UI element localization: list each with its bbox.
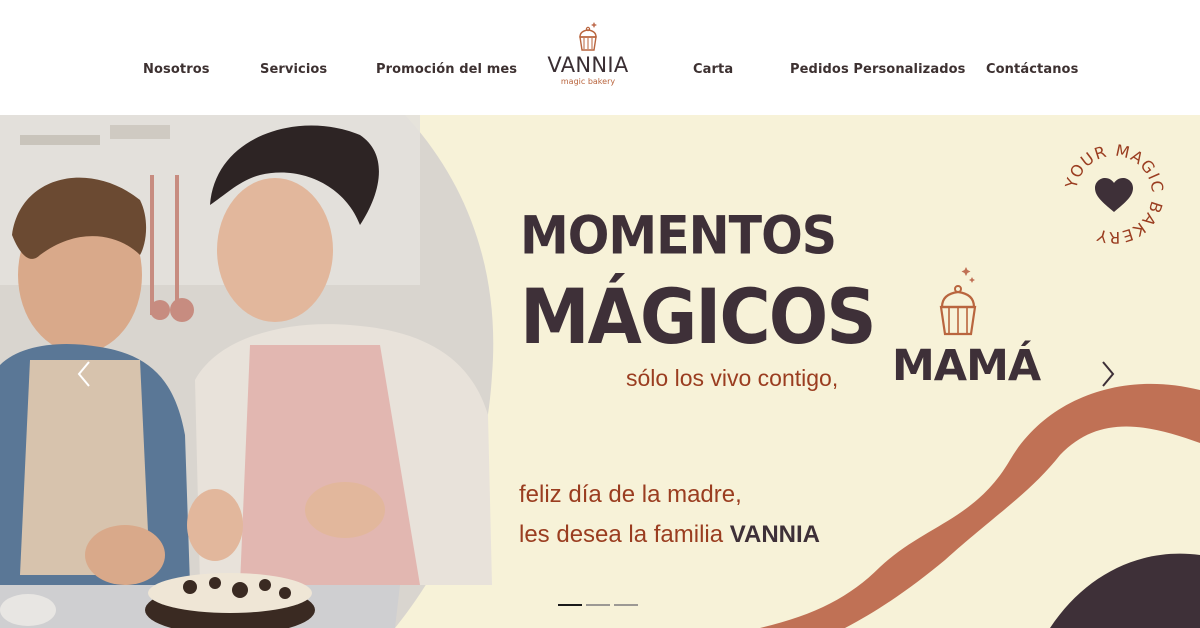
brand-name: VANNIA (547, 53, 629, 77)
brand-tagline: magic bakery (560, 77, 616, 86)
cupcake-icon (579, 22, 597, 51)
hero-emphasis: MAMÁ (892, 341, 1041, 391)
slide-indicator-1[interactable] (558, 604, 582, 606)
heart-icon (1095, 178, 1133, 212)
slide-indicator-2[interactable] (586, 604, 610, 606)
site-header: Nosotros Servicios Promoción del mes VAN… (0, 0, 1200, 115)
hero-subtitle: sólo los vivo contigo, (626, 365, 839, 391)
chevron-right-icon[interactable] (1098, 359, 1118, 389)
nav-promocion-del-mes[interactable]: Promoción del mes (376, 62, 517, 77)
hero-slider: MOMENTOS MÁGICOS sólo los vivo contigo, … (0, 115, 1200, 628)
cupcake-icon (939, 267, 977, 336)
nav-servicios[interactable]: Servicios (260, 62, 327, 77)
greeting-prefix: les desea la familia (519, 521, 724, 548)
nav-carta[interactable]: Carta (693, 62, 733, 77)
hero-title-line2: MÁGICOS (520, 273, 877, 362)
slider-indicators (558, 604, 638, 606)
chevron-left-icon[interactable] (74, 359, 94, 389)
greeting-line2: les desea la familia VANNIA (519, 521, 820, 549)
magic-bakery-badge: YOUR MAGIC BAKERY (1062, 142, 1166, 246)
greeting-brand: VANNIA (729, 521, 821, 548)
plum-wave (1050, 553, 1200, 628)
nav-nosotros[interactable]: Nosotros (143, 62, 210, 77)
nav-contactanos[interactable]: Contáctanos (986, 62, 1078, 77)
nav-pedidos-personalizados[interactable]: Pedidos Personalizados (790, 62, 966, 77)
slide-indicator-3[interactable] (614, 604, 638, 606)
brand-logo[interactable]: VANNIA magic bakery (540, 20, 636, 90)
greeting-line1: feliz día de la madre, (519, 481, 742, 508)
hero-title-line1: MOMENTOS (520, 205, 837, 267)
